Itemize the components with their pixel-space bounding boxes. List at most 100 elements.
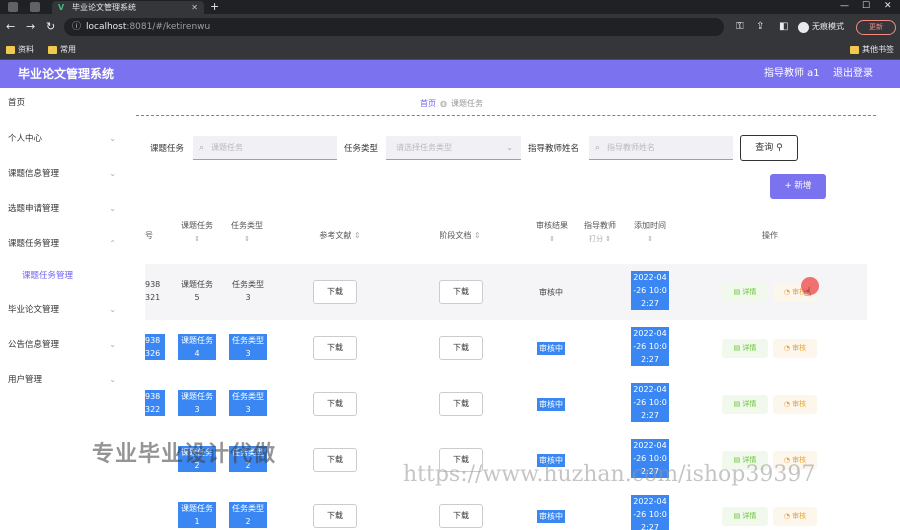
teacher-search-input[interactable]: ⌕ 指导教师姓名 [589, 136, 733, 160]
download-ref-button[interactable]: 下载 [313, 336, 357, 360]
review-button[interactable]: ◔ 审核 [773, 339, 817, 358]
table-row[interactable]: 938 322 课题任务 3 任务类型 3 下载 下载 审核中 2022-04 -26 10:0 2:… [145, 376, 867, 432]
browser-tab[interactable]: V 毕业论文管理系统 ✕ [52, 1, 204, 14]
app-header: 毕业论文管理系统 指导教师 a1 退出登录 [0, 60, 900, 88]
table-row[interactable]: 938 326 课题任务 4 任务类型 3 下载 下载 审核中 2022-04 -26 10:0 2:… [145, 320, 867, 376]
sidebar-item-topic-task[interactable]: 课题任务管理 ⌃ [8, 236, 118, 252]
sidebar-item-label: 公告信息管理 [8, 340, 60, 350]
download-ref-button[interactable]: 下载 [313, 280, 357, 304]
sidebar-item-users[interactable]: 用户管理 ⌄ [8, 372, 118, 388]
sidebar-item-label: 课题信息管理 [8, 169, 60, 179]
download-stage-button[interactable]: 下载 [439, 336, 483, 360]
minimize-icon[interactable]: — [840, 0, 849, 13]
incognito-icon [798, 22, 809, 33]
sidebar-item-thesis[interactable]: 毕业论文管理 ⌄ [8, 302, 118, 318]
detail-button[interactable]: ▤ 详情 [722, 395, 768, 414]
teacher-filter-label: 指导教师姓名 [528, 144, 580, 154]
vue-logo-icon: V [58, 3, 65, 12]
type-select[interactable]: 请选择任务类型 ⌄ [386, 136, 521, 160]
sidebar-item-topic-application[interactable]: 选题申请管理 ⌄ [8, 201, 118, 217]
search-icon: ⌕ [199, 143, 205, 153]
column-header-time[interactable]: 添加时间 ⇕ [628, 208, 672, 263]
review-button[interactable]: ◔ 审核 [773, 507, 817, 526]
tab-list-icon[interactable] [30, 2, 40, 12]
cell-task: 课题任务 5 [181, 280, 213, 302]
key-icon[interactable]: ⚿ [736, 19, 744, 35]
share-icon[interactable]: ⇪ [756, 19, 764, 35]
cell-no: 938 326 [145, 334, 165, 360]
app-title: 毕业论文管理系统 [18, 67, 115, 81]
site-info-icon[interactable]: ⓘ [72, 18, 81, 36]
cell-task: 课题任务 1 [178, 502, 216, 528]
browser-tab-bar: V 毕业论文管理系统 ✕ + — ☐ ✕ [0, 0, 900, 14]
back-icon[interactable]: ← [6, 20, 15, 34]
task-filter-label: 课题任务 [150, 144, 185, 154]
bookmark-label: 常用 [60, 45, 76, 54]
close-tab-icon[interactable]: ✕ [191, 1, 198, 14]
cell-time: 2022-04 -26 10:0 2:27 [631, 327, 669, 366]
sidebar-item-home[interactable]: 首页 [8, 95, 118, 111]
forward-icon[interactable]: → [26, 20, 35, 34]
type-filter-label: 任务类型 [344, 144, 379, 154]
browser-menu-icon[interactable] [8, 2, 18, 12]
add-button[interactable]: + 新增 [770, 174, 826, 199]
column-header-no: 号 [145, 231, 153, 240]
table-row[interactable]: 课题任务 1 任务类型 2 下载 下载 审核中 2022-04 -26 10:0 2:27 ▤ 详情… [145, 488, 867, 530]
window-close-icon[interactable]: ✕ [884, 0, 892, 13]
maximize-icon[interactable]: ☐ [862, 0, 870, 13]
bookmark-folder-ziliao[interactable]: 资料 [6, 43, 34, 57]
sidebar-item-notice[interactable]: 公告信息管理 ⌄ [8, 337, 118, 353]
chevron-down-icon: ⌄ [109, 305, 116, 314]
cell-type: 任务类型 3 [232, 280, 264, 302]
breadcrumb: 首页 ◍ 课题任务 [420, 98, 483, 110]
column-header-ref[interactable]: 参考文献 ⇕ [295, 208, 385, 263]
column-header-stage[interactable]: 阶段文档 ⇕ [415, 208, 505, 263]
url-field[interactable]: ⓘ localhost:8081/#/ketirenwu [64, 18, 724, 36]
cell-status: 审核中 [539, 288, 563, 297]
review-button[interactable]: ◔ 审核 [773, 395, 817, 414]
sort-icon: ⇕ [244, 235, 250, 243]
detail-button[interactable]: ▤ 详情 [722, 339, 768, 358]
query-button[interactable]: 查询 ⚲ [740, 135, 798, 161]
chevron-down-icon: ⌄ [506, 143, 513, 152]
incognito-label: 无痕模式 [812, 22, 844, 31]
incognito-indicator[interactable]: 无痕模式 [798, 19, 844, 35]
update-button[interactable]: 更新 [856, 20, 896, 35]
review-icon: ◔ [783, 288, 790, 296]
reload-icon[interactable]: ↻ [46, 20, 55, 34]
folder-icon [850, 46, 859, 54]
column-header-task[interactable]: 课题任务 ⇕ [175, 208, 219, 263]
folder-icon [6, 46, 15, 54]
teacher-search-placeholder: 指导教师姓名 [607, 143, 655, 152]
watermark-url: https://www.huzhan.com/ishop39397 [403, 462, 816, 487]
column-header-status[interactable]: 审核结果 ⇕ [530, 208, 574, 263]
new-tab-icon[interactable]: + [210, 0, 219, 13]
logout-link[interactable]: 退出登录 [833, 67, 873, 81]
download-stage-button[interactable]: 下载 [439, 280, 483, 304]
download-stage-button[interactable]: 下载 [439, 504, 483, 528]
sidebar-subitem-topic-task-manage[interactable]: 课题任务管理 [22, 268, 73, 284]
sidepanel-icon[interactable]: ◧ [779, 19, 788, 35]
sort-icon: ⇕ [353, 231, 361, 240]
sidebar-item-topic-info[interactable]: 课题信息管理 ⌄ [8, 166, 118, 182]
column-header-type[interactable]: 任务类型 ⇕ [225, 208, 269, 263]
detail-button[interactable]: ▤ 详情 [722, 283, 768, 302]
download-stage-button[interactable]: 下载 [439, 392, 483, 416]
bookmark-folder-changyong[interactable]: 常用 [48, 43, 76, 57]
download-ref-button[interactable]: 下载 [313, 392, 357, 416]
task-search-input[interactable]: ⌕ 课题任务 [193, 136, 337, 160]
table-row[interactable]: 938 321 课题任务 5 任务类型 3 下载 下载 审核中 2022-04 -26 10:0 2:… [145, 264, 867, 320]
download-ref-button[interactable]: 下载 [313, 448, 357, 472]
cell-no: 938 321 [145, 280, 161, 302]
sidebar-item-label: 首页 [8, 98, 26, 108]
chevron-down-icon: ⌄ [109, 169, 116, 178]
breadcrumb-home[interactable]: 首页 [420, 99, 436, 108]
bookmark-folder-other[interactable]: 其他书签 [850, 43, 894, 57]
column-header-teacher[interactable]: 指导教师 打分 ⇕ [578, 208, 622, 263]
download-ref-button[interactable]: 下载 [313, 504, 357, 528]
sidebar-item-personal-center[interactable]: 个人中心 ⌄ [8, 131, 118, 147]
sort-icon: ⇕ [473, 231, 481, 240]
detail-button[interactable]: ▤ 详情 [722, 507, 768, 526]
sort-icon: ⇕ [647, 235, 653, 243]
detail-icon: ▤ [733, 512, 741, 520]
